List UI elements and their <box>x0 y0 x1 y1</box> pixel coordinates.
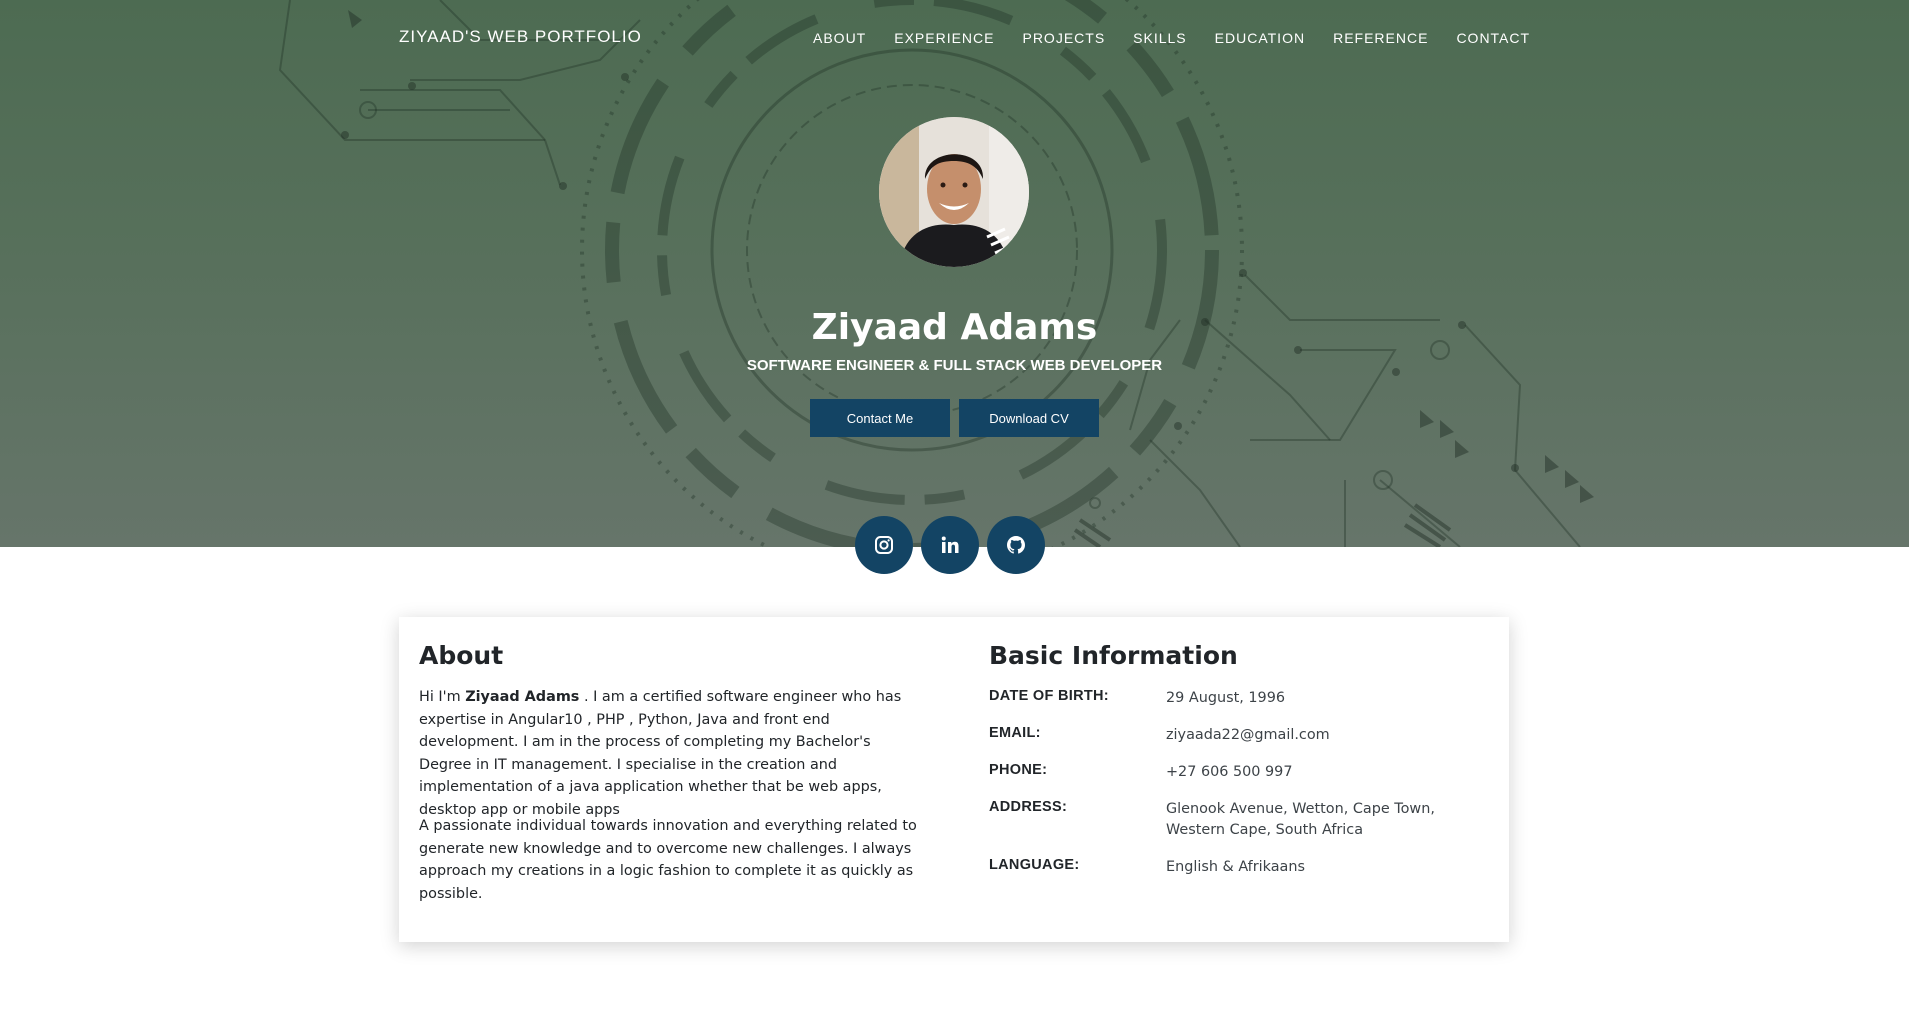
nav-experience[interactable]: EXPERIENCE <box>894 30 994 46</box>
about-heading: About <box>419 641 504 670</box>
info-label: PHONE: <box>989 762 1048 778</box>
nav-about[interactable]: ABOUT <box>813 30 866 46</box>
info-value: English & Afrikaans <box>1166 859 1305 875</box>
about-paragraph-2: A passionate individual towards innovati… <box>419 818 917 902</box>
github-icon <box>1007 536 1025 554</box>
info-value[interactable]: ziyaada22@gmail.com <box>1166 725 1466 746</box>
circuit-background <box>278 0 1594 547</box>
hero-name: Ziyaad Adams <box>811 307 1098 348</box>
nav-education[interactable]: EDUCATION <box>1215 30 1305 46</box>
info-label: DATE OF BIRTH: <box>989 688 1109 704</box>
hero-section: ZIYAAD'S WEB PORTFOLIO ABOUT EXPERIENCE … <box>0 0 1909 547</box>
main-nav: ABOUT EXPERIENCE PROJECTS SKILLS EDUCATI… <box>813 30 1558 46</box>
info-label: LANGUAGE: <box>989 857 1080 873</box>
instagram-icon <box>875 536 893 554</box>
nav-reference[interactable]: REFERENCE <box>1333 30 1428 46</box>
info-value: +27 606 500 997 <box>1166 764 1293 780</box>
about-paragraph-1: Hi I'm Ziyaad Adams . I am a certified s… <box>419 686 924 821</box>
nav-skills[interactable]: SKILLS <box>1133 30 1186 46</box>
nav-contact[interactable]: CONTACT <box>1456 30 1530 46</box>
nav-projects[interactable]: PROJECTS <box>1022 30 1105 46</box>
linkedin-button[interactable] <box>921 516 979 574</box>
linkedin-icon <box>941 536 959 553</box>
info-label: ADDRESS: <box>989 799 1068 815</box>
download-cv-button[interactable]: Download CV <box>959 399 1099 437</box>
about-intro-rest: . I am a certified software engineer who… <box>419 689 902 818</box>
basic-info-heading: Basic Information <box>989 641 1238 670</box>
site-brand[interactable]: ZIYAAD'S WEB PORTFOLIO <box>399 27 642 47</box>
about-card: About Hi I'm Ziyaad Adams . I am a certi… <box>399 617 1509 942</box>
instagram-button[interactable] <box>855 516 913 574</box>
about-intro: Hi I'm <box>419 689 466 705</box>
about-name: Ziyaad Adams <box>465 689 580 705</box>
contact-me-button[interactable]: Contact Me <box>810 399 950 437</box>
info-value: 29 August, 1996 <box>1166 690 1286 706</box>
info-value: Glenook Avenue, Wetton, Cape Town, Weste… <box>1166 801 1435 838</box>
info-label: EMAIL: <box>989 725 1041 741</box>
hero-subtitle: SOFTWARE ENGINEER & FULL STACK WEB DEVEL… <box>746 357 1163 374</box>
profile-photo <box>879 117 1029 267</box>
profile-avatar <box>879 117 1029 267</box>
github-button[interactable] <box>987 516 1045 574</box>
